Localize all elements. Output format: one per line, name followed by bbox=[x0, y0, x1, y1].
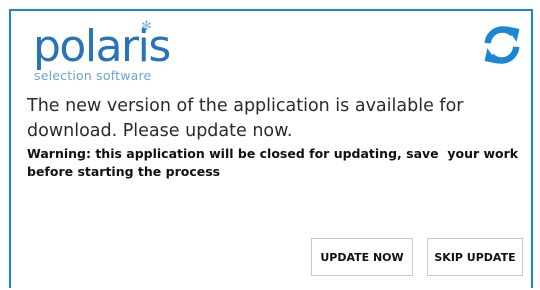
polaris-logo: polaris ✻ selection software bbox=[33, 19, 183, 93]
skip-update-button[interactable]: SKIP UPDATE bbox=[427, 238, 523, 276]
update-now-button[interactable]: UPDATE NOW bbox=[311, 238, 413, 276]
warning-text: Warning: this application will be closed… bbox=[27, 146, 523, 179]
logo-subtitle: selection software bbox=[34, 68, 152, 83]
logo-star-icon: ✻ bbox=[141, 19, 152, 34]
update-message: The new version of the application is av… bbox=[27, 96, 464, 141]
update-dialog: polaris ✻ selection software The new ver… bbox=[9, 9, 533, 288]
refresh-icon bbox=[484, 26, 520, 64]
